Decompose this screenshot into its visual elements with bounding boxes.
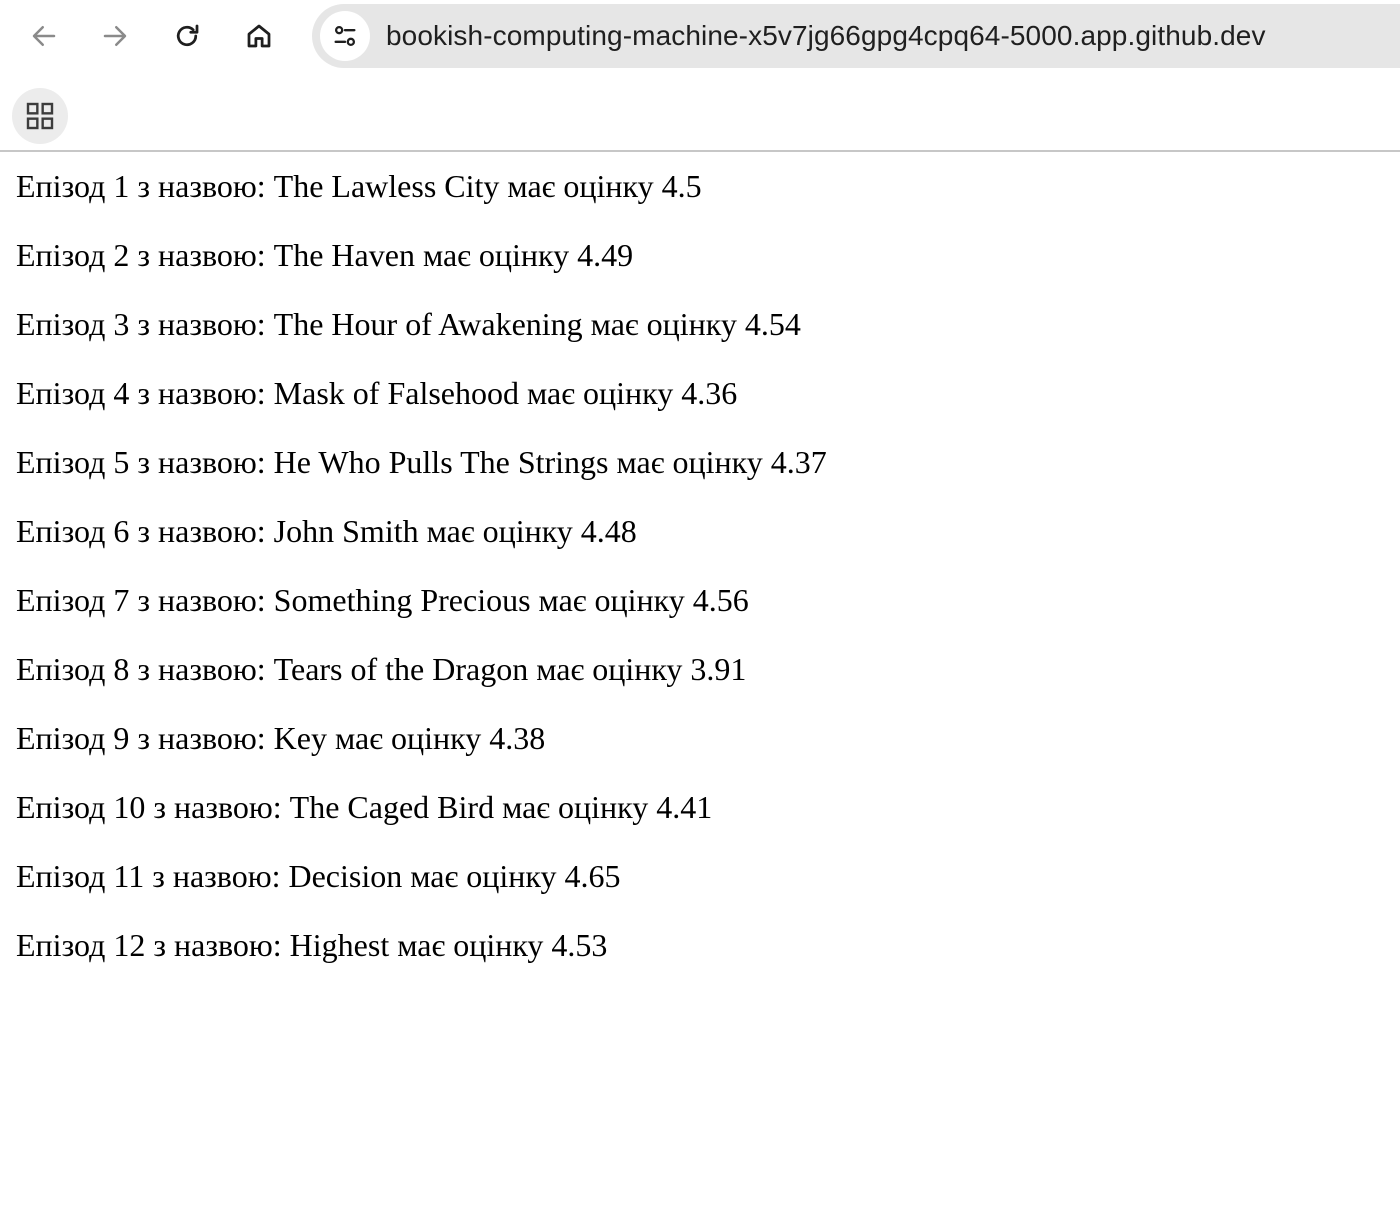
browser-toolbar: bookish-computing-machine-x5v7jg66gpg4cp… <box>0 0 1400 72</box>
url-text[interactable]: bookish-computing-machine-x5v7jg66gpg4cp… <box>386 20 1266 52</box>
home-icon <box>247 24 271 48</box>
apps-button[interactable] <box>12 88 68 144</box>
episode-item: Епізод 12 з назвою: Highest має оцінку 4… <box>16 927 608 963</box>
reload-icon <box>176 24 199 47</box>
back-button[interactable] <box>20 12 68 60</box>
forward-button[interactable] <box>91 12 139 60</box>
episode-item: Епізод 3 з назвою: The Hour of Awakening… <box>16 306 801 342</box>
arrow-right-icon <box>103 26 127 46</box>
reload-button[interactable] <box>163 12 211 60</box>
episode-list: Епізод 1 з назвою: The Lawless City має … <box>16 152 1386 980</box>
episode-item: Епізод 2 з назвою: The Haven має оцінку … <box>16 237 634 273</box>
episode-item: Епізод 5 з назвою: He Who Pulls The Stri… <box>16 444 827 480</box>
episode-item: Епізод 10 з назвою: The Caged Bird має о… <box>16 789 713 825</box>
address-bar[interactable]: bookish-computing-machine-x5v7jg66gpg4cp… <box>312 4 1400 68</box>
arrow-left-icon <box>32 26 56 46</box>
episode-item: Епізод 1 з назвою: The Lawless City має … <box>16 168 702 204</box>
apps-grid-icon <box>26 102 54 130</box>
episode-item: Епізод 7 з назвою: Something Precious ма… <box>16 582 749 618</box>
episode-item: Епізод 4 з назвою: Mask of Falsehood має… <box>16 375 738 411</box>
episode-item: Епізод 8 з назвою: Tears of the Dragon м… <box>16 651 747 687</box>
home-button[interactable] <box>235 12 283 60</box>
bookmarks-bar <box>0 72 1400 152</box>
tune-icon <box>334 25 356 47</box>
episode-item: Епізод 9 з назвою: Key має оцінку 4.38 <box>16 720 546 756</box>
episode-item: Епізод 6 з назвою: John Smith має оцінку… <box>16 513 637 549</box>
site-info-button[interactable] <box>320 11 370 61</box>
episode-item: Епізод 11 з назвою: Decision має оцінку … <box>16 858 621 894</box>
